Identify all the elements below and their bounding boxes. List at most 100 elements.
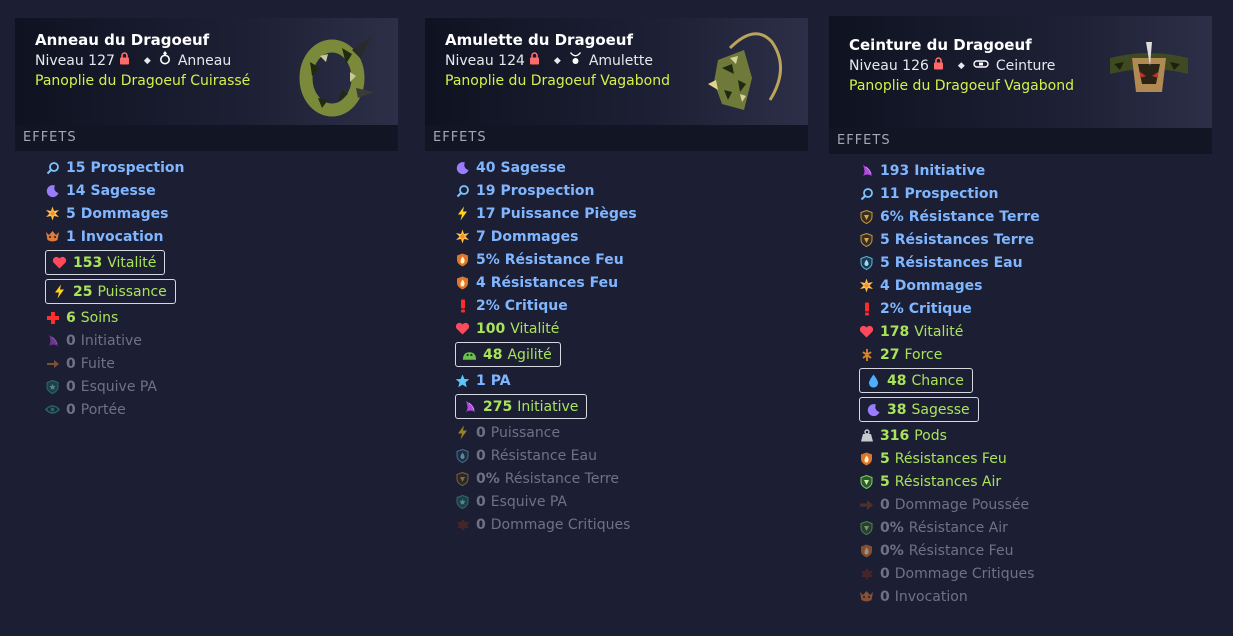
effect-label: Prospection — [90, 159, 185, 176]
effect-value: 0% — [880, 542, 904, 559]
moon-icon — [45, 183, 60, 198]
effect-label: PA — [490, 372, 511, 389]
effect-row: 193 Initiative — [859, 159, 1212, 182]
effect-label: Prospection — [500, 182, 595, 199]
lock-icon — [529, 51, 540, 71]
effect-label: Dommage Critiques — [490, 516, 631, 533]
strength-icon — [859, 347, 874, 362]
effect-content: 6% Résistance Terre — [859, 209, 1040, 225]
effect-row: 14 Sagesse — [45, 179, 398, 202]
effect-label: Puissance — [490, 424, 561, 441]
effect-content: 0 Invocation — [859, 589, 968, 605]
effect-row: 5 Résistances Feu — [859, 447, 1212, 470]
effect-label: Initiative — [80, 332, 142, 349]
effect-label: Fuite — [80, 355, 115, 372]
item-type: Ceinture — [995, 58, 1056, 74]
effect-value: 275 — [483, 398, 513, 415]
effect-content: 11 Prospection — [859, 186, 999, 202]
initiative-icon — [45, 333, 60, 348]
effect-content: 6 Soins — [45, 310, 118, 326]
effect-content: 178 Vitalité — [859, 324, 963, 340]
effect-row: 5 Résistances Terre — [859, 228, 1212, 251]
highlighted-effect: 48 Agilité — [455, 342, 561, 367]
effects-list: 193 Initiative 11 Prospection 6% Résistance T… — [829, 159, 1212, 608]
eye-icon — [45, 402, 60, 417]
effect-label: Puissance — [97, 283, 167, 300]
effect-row: 0 Fuite — [45, 352, 398, 375]
effect-content: 0 Fuite — [45, 356, 115, 372]
effect-content: 1 Invocation — [45, 229, 164, 245]
effect-row: 275 Initiative — [455, 392, 808, 421]
effect-row: 1 PA — [455, 369, 808, 392]
effect-row: 5 Résistances Eau — [859, 251, 1212, 274]
effect-value: 153 — [73, 254, 103, 271]
bolt-icon — [455, 206, 470, 221]
effect-content: 4 Résistances Feu — [455, 275, 618, 291]
effect-value: 40 — [476, 159, 496, 176]
effect-label: Agilité — [507, 346, 552, 363]
effect-content: 15 Prospection — [45, 160, 185, 176]
effect-value: 0 — [476, 493, 486, 510]
effect-value: 27 — [880, 346, 900, 363]
magnifier-icon — [859, 186, 874, 201]
effect-label: Dommage Poussée — [894, 496, 1030, 513]
fire-shield-icon — [859, 543, 874, 558]
effect-label: Résistance Feu — [504, 251, 624, 268]
exclamation-icon — [859, 301, 874, 316]
effect-value: 0 — [66, 332, 76, 349]
item-card-amulet: Amulette du Dragoeuf Niveau 124 ◆ Amulet… — [425, 18, 808, 536]
effect-value: 11 — [880, 185, 900, 202]
effect-label: Résistances Feu — [490, 274, 619, 291]
effects-header: EFFETS — [425, 125, 808, 151]
effect-value: 5 — [880, 254, 890, 271]
burst-icon — [859, 278, 874, 293]
magnifier-icon — [455, 183, 470, 198]
effects-header: EFFETS — [15, 125, 398, 151]
effect-label: Dommages — [80, 205, 169, 222]
effect-value: 1 — [476, 372, 486, 389]
effect-value: 6% — [880, 208, 904, 225]
effect-row: 316 Pods — [859, 424, 1212, 447]
item-header: Ceinture du Dragoeuf Niveau 126 ◆ Ceintu… — [829, 16, 1212, 128]
effect-label: Résistance Terre — [908, 208, 1040, 225]
effect-row: 7 Dommages — [455, 225, 808, 248]
effect-content: 0 Esquive PA — [455, 494, 567, 510]
effect-label: Dommages — [490, 228, 579, 245]
effect-row: 0% Résistance Terre — [455, 467, 808, 490]
effect-content: 5 Dommages — [45, 206, 168, 222]
effect-label: Force — [904, 346, 943, 363]
effect-value: 0% — [476, 470, 500, 487]
effect-value: 5 — [66, 205, 76, 222]
effect-content: 316 Pods — [859, 428, 947, 444]
effect-content: 2% Critique — [455, 298, 568, 314]
effect-row: 17 Puissance Pièges — [455, 202, 808, 225]
effect-row: 153 Vitalité — [45, 248, 398, 277]
escape-icon — [45, 356, 60, 371]
highlighted-effect: 275 Initiative — [455, 394, 588, 419]
effect-row: 1 Invocation — [45, 225, 398, 248]
effect-label: Dommages — [894, 277, 983, 294]
effect-value: 0 — [66, 355, 76, 372]
summon-icon — [45, 229, 60, 244]
effect-row: 6 Soins — [45, 306, 398, 329]
item-level: Niveau 124 — [445, 53, 525, 69]
effect-content: 0 Esquive PA — [45, 379, 157, 395]
effect-content: 17 Puissance Pièges — [455, 206, 637, 222]
effect-content: 0 Dommage Critiques — [859, 566, 1034, 582]
effect-row: 0% Résistance Feu — [859, 539, 1212, 562]
cross-icon — [45, 310, 60, 325]
effect-content: 100 Vitalité — [455, 321, 559, 337]
heart-icon — [455, 321, 470, 336]
bolt-icon — [52, 284, 67, 299]
separator-dot: ◆ — [143, 56, 151, 66]
item-type: Amulette — [588, 53, 653, 69]
effect-label: Résistance Eau — [490, 447, 597, 464]
lock-icon — [933, 56, 944, 76]
effect-label: Vitalité — [107, 254, 157, 271]
air-shield-icon — [859, 520, 874, 535]
effect-content: 2% Critique — [859, 301, 972, 317]
ring-image — [290, 28, 380, 118]
effect-label: Esquive PA — [490, 493, 568, 510]
effect-row: 0 Dommage Critiques — [455, 513, 808, 536]
effect-label: Résistance Terre — [504, 470, 620, 487]
